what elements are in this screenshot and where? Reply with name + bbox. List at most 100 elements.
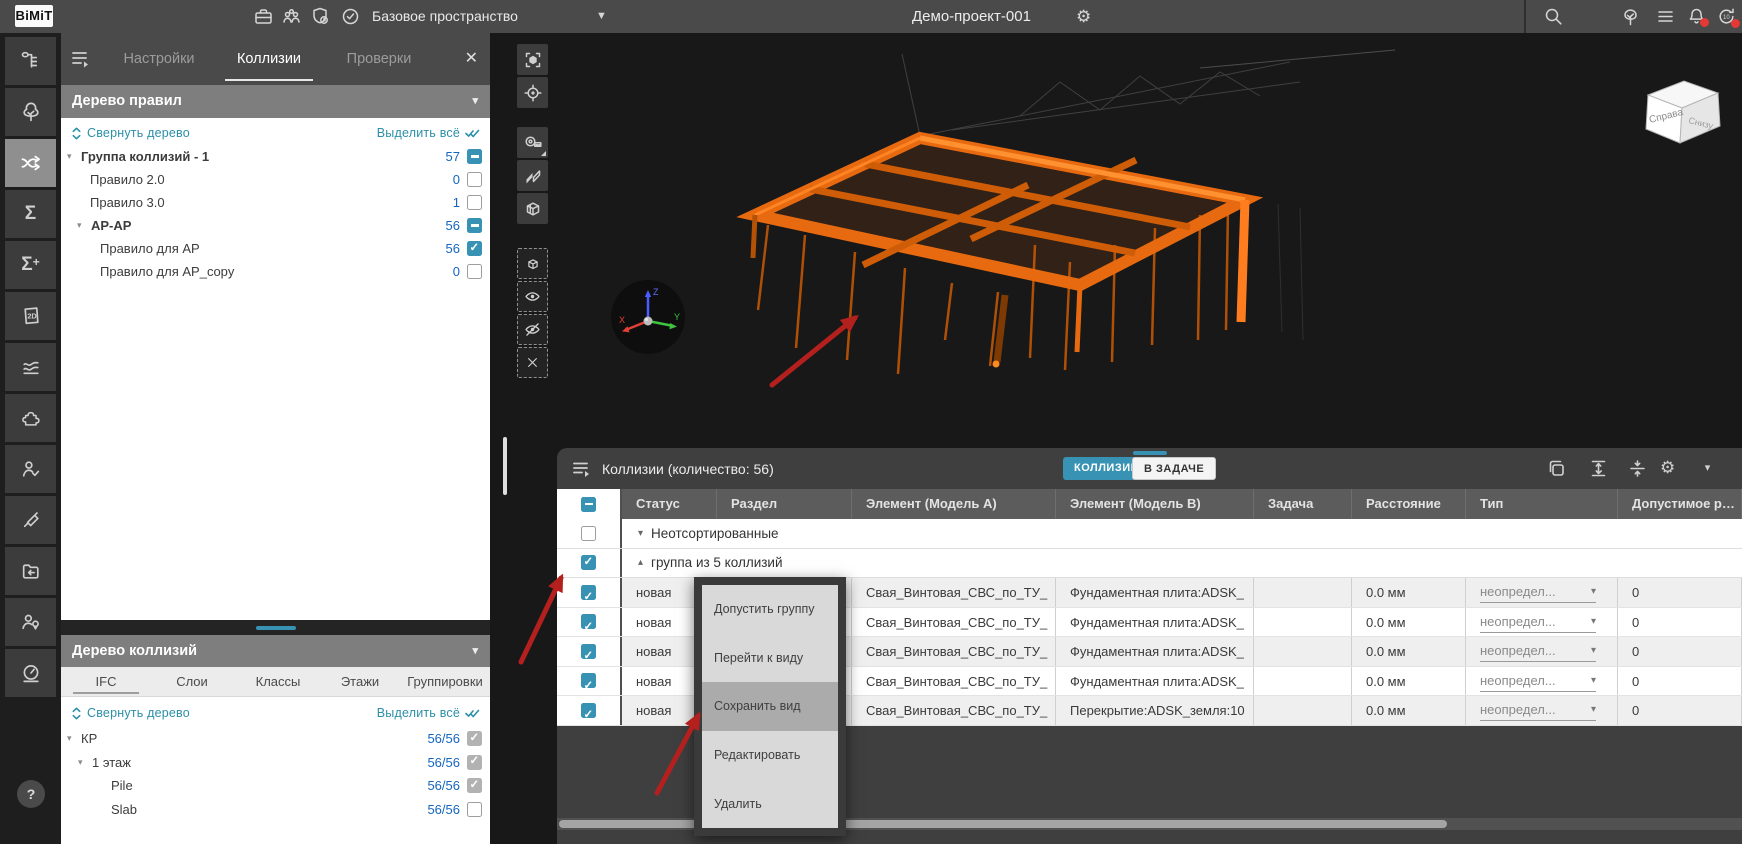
column-allowed-distance[interactable]: Допустимое расст — [1618, 489, 1742, 519]
select-all-rows-checkbox[interactable] — [581, 497, 596, 512]
row-checkbox[interactable] — [581, 673, 596, 688]
tab-layers[interactable]: Слои — [164, 667, 220, 697]
cell-allowed-distance[interactable]: 0 — [1618, 608, 1742, 637]
expand-arrow-icon[interactable] — [77, 220, 91, 231]
select-all-link[interactable]: Выделить всё — [377, 706, 480, 720]
tree-item-checkbox[interactable] — [467, 755, 482, 770]
projects-icon[interactable] — [253, 6, 274, 27]
rule-item[interactable]: Правило для АР_copy 0 — [61, 260, 490, 283]
rule-group-item[interactable]: АР-АР 56 — [61, 214, 490, 237]
rule-item[interactable]: Правило 3.0 1 — [61, 191, 490, 214]
rules-tree-header[interactable]: Дерево правил ▾ — [61, 85, 490, 118]
clear-selection-button[interactable] — [517, 347, 548, 378]
menu-item-allow-group[interactable]: Допустить группу — [702, 585, 838, 634]
zoom-fit-button[interactable] — [517, 44, 548, 75]
navigation-cube[interactable]: Справа Снизу — [1636, 71, 1731, 156]
type-dropdown[interactable]: неопредел...▾ — [1480, 640, 1596, 662]
group-checkbox[interactable] — [581, 555, 596, 570]
row-checkbox[interactable] — [581, 585, 596, 600]
team-icon[interactable] — [281, 6, 302, 27]
in-task-toggle-button[interactable]: В ЗАДАЧЕ — [1132, 457, 1216, 480]
tab-ifc[interactable]: IFC — [81, 667, 131, 697]
search-icon[interactable] — [1543, 6, 1564, 27]
column-type[interactable]: Тип — [1466, 489, 1618, 519]
column-distance[interactable]: Расстояние — [1352, 489, 1466, 519]
row-checkbox[interactable] — [581, 614, 596, 629]
workspace-selector[interactable]: Базовое пространство — [372, 0, 518, 33]
table-menu-icon[interactable] — [572, 461, 592, 477]
menu-item-edit[interactable]: Редактировать — [702, 731, 838, 780]
column-element-a[interactable]: Элемент (Модель А) — [852, 489, 1056, 519]
model-tree-icon[interactable] — [1620, 6, 1641, 27]
tree-item-checkbox[interactable] — [467, 264, 482, 279]
shield-status-icon[interactable] — [310, 6, 331, 27]
expand-arrow-icon[interactable] — [67, 733, 81, 744]
collapse-tree-link[interactable]: Свернуть дерево — [71, 126, 190, 140]
expand-arrow-icon[interactable] — [78, 757, 92, 768]
check-circle-icon[interactable] — [340, 6, 361, 27]
axis-gizmo[interactable]: Z X Y — [610, 279, 686, 355]
tree-item-checkbox[interactable] — [467, 778, 482, 793]
tree-item-checkbox[interactable] — [467, 731, 482, 746]
floor-node[interactable]: 1 этаж 56/56 — [61, 751, 490, 775]
section-box-button[interactable] — [517, 193, 548, 224]
construction-tool[interactable] — [5, 496, 56, 544]
menu-item-save-view[interactable]: Сохранить вид — [702, 682, 838, 731]
tab-classes[interactable]: Классы — [247, 667, 309, 697]
collapse-group-icon[interactable]: ▴ — [638, 557, 643, 568]
column-task[interactable]: Задача — [1254, 489, 1352, 519]
column-element-b[interactable]: Элемент (Модель B) — [1056, 489, 1254, 519]
tab-checks[interactable]: Проверки — [339, 33, 419, 85]
collapse-section-icon[interactable]: ▾ — [472, 635, 478, 667]
tab-collisions[interactable]: Коллизии — [231, 33, 307, 85]
isolate-button[interactable] — [517, 248, 548, 279]
approvals-tool[interactable] — [5, 445, 56, 493]
panel-menu-icon[interactable] — [71, 50, 91, 68]
measure-button[interactable] — [517, 127, 548, 158]
element-node[interactable]: Pile 56/56 — [61, 774, 490, 798]
project-settings-gear-icon[interactable]: ⚙ — [1076, 0, 1091, 33]
tab-groupings[interactable]: Группировки — [403, 667, 487, 697]
collapse-group-icon[interactable]: ▾ — [638, 528, 643, 539]
type-dropdown[interactable]: неопредел...▾ — [1480, 611, 1596, 633]
element-node[interactable]: Slab 56/56 — [61, 798, 490, 822]
group-row-unsorted[interactable]: ▾Неотсортированные — [557, 519, 1742, 549]
select-all-link[interactable]: Выделить всё — [377, 126, 480, 140]
column-section[interactable]: Раздел — [717, 489, 852, 519]
tree-item-checkbox[interactable] — [467, 802, 482, 817]
type-dropdown[interactable]: неопредел...▾ — [1480, 670, 1596, 692]
3d-model[interactable] — [600, 40, 1400, 420]
list-menu-icon[interactable] — [1655, 6, 1676, 27]
menu-item-go-to-view[interactable]: Перейти к виду — [702, 634, 838, 683]
type-dropdown[interactable]: неопредел...▾ — [1480, 581, 1596, 603]
fit-row-height-icon[interactable] — [1588, 458, 1609, 479]
tree-item-checkbox[interactable] — [467, 172, 482, 187]
structure-tree-tool[interactable] — [5, 37, 56, 85]
app-logo[interactable]: BiMiT — [15, 5, 53, 27]
history-icon[interactable]: 10 — [1716, 6, 1737, 27]
cell-allowed-distance[interactable]: 0 — [1618, 696, 1742, 725]
panel-resize-handle[interactable] — [256, 626, 296, 630]
tree-item-checkbox[interactable] — [467, 149, 482, 164]
table-settings-gear-icon[interactable]: ⚙ — [1660, 458, 1681, 479]
cell-allowed-distance[interactable]: 0 — [1618, 637, 1742, 666]
tree-item-checkbox[interactable] — [467, 218, 482, 233]
expand-arrow-icon[interactable] — [67, 151, 81, 162]
plugins-tool[interactable] — [5, 394, 56, 442]
cell-allowed-distance[interactable]: 0 — [1618, 667, 1742, 696]
2d-view-tool[interactable]: 2D — [5, 292, 56, 340]
rule-item[interactable]: Правило для АР 56 — [61, 237, 490, 260]
collapse-panel-chevron-icon[interactable]: ▾ — [1697, 458, 1718, 479]
cell-allowed-distance[interactable]: 0 — [1618, 578, 1742, 607]
show-button[interactable] — [517, 281, 548, 312]
charts-tool[interactable] — [5, 343, 56, 391]
rule-group-item[interactable]: Группа коллизий - 1 57 — [61, 145, 490, 168]
collapse-rows-icon[interactable] — [1627, 458, 1648, 479]
collapse-section-icon[interactable]: ▾ — [472, 85, 478, 118]
tab-floors[interactable]: Этажи — [331, 667, 389, 697]
row-checkbox[interactable] — [581, 644, 596, 659]
model-tree-tool[interactable] — [5, 88, 56, 136]
type-dropdown[interactable]: неопредел...▾ — [1480, 699, 1596, 721]
notifications-bell-icon[interactable] — [1686, 6, 1707, 27]
help-button[interactable]: ? — [17, 780, 45, 808]
